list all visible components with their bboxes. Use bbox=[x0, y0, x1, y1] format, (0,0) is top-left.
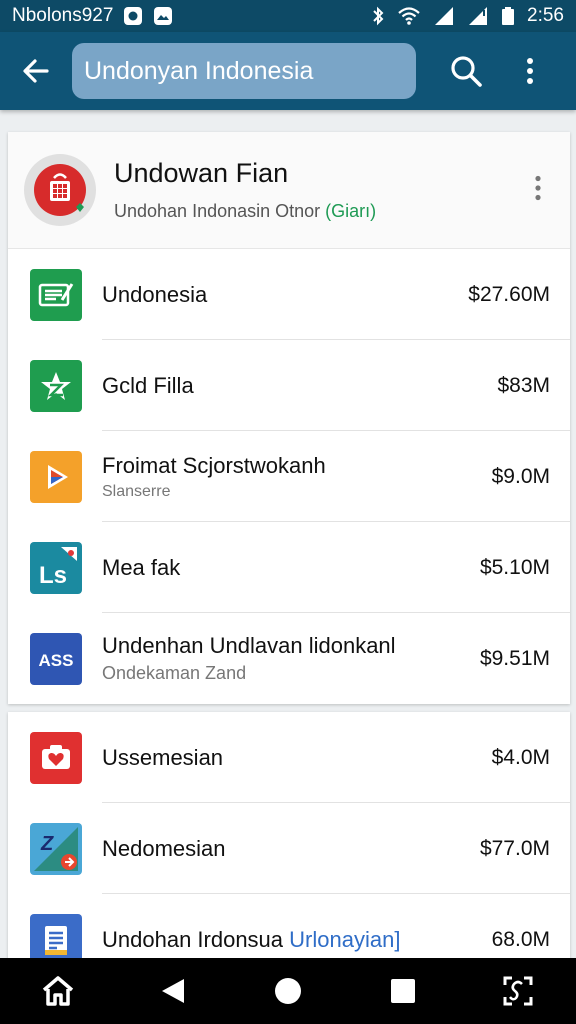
item-title: Froimat Scjorstwokanh bbox=[102, 452, 326, 478]
ls-icon: Ls bbox=[30, 541, 82, 594]
green-star-icon bbox=[30, 359, 82, 412]
signal-icon bbox=[433, 6, 455, 26]
subtitle-accent: (Giarı) bbox=[325, 201, 377, 221]
avatar bbox=[24, 154, 96, 226]
wifi-icon bbox=[397, 6, 421, 26]
more-options-button[interactable] bbox=[498, 32, 562, 110]
nav-circle-button[interactable] bbox=[253, 958, 323, 1024]
home-circle-icon bbox=[274, 978, 301, 1004]
search-icon bbox=[451, 56, 482, 87]
list-item[interactable]: Undonesia $27.60M bbox=[8, 249, 570, 340]
item-price: 68.0M bbox=[491, 927, 550, 951]
item-title: Mea fak bbox=[102, 554, 181, 580]
app-bar: Undonyan Indonesia bbox=[0, 32, 576, 110]
header-more-button[interactable] bbox=[528, 168, 548, 208]
recents-icon bbox=[391, 979, 416, 1003]
item-title: Ussemesian bbox=[102, 744, 224, 770]
nav-recents-button[interactable] bbox=[368, 958, 438, 1024]
list-item[interactable]: Gcld Filla $83M bbox=[8, 340, 570, 431]
subtitle-text: Undohan Indonasin Otnor bbox=[114, 201, 321, 221]
play-icon bbox=[30, 450, 82, 503]
ass-label: ASS bbox=[39, 651, 74, 670]
red-heart-icon bbox=[30, 731, 82, 784]
item-price: $77.0M bbox=[479, 836, 550, 860]
item-title-accent: Urlonayian] bbox=[289, 926, 401, 952]
item-title-text: Undohan Irdonsua bbox=[102, 926, 284, 952]
item-price: $4.0M bbox=[491, 745, 550, 769]
item-title: Gcld Filla bbox=[102, 372, 194, 398]
back-arrow-icon bbox=[23, 59, 49, 83]
home-icon bbox=[42, 976, 73, 1006]
search-button[interactable] bbox=[434, 32, 498, 110]
green-note-icon bbox=[30, 268, 82, 321]
search-query: Undonyan Indonesia bbox=[84, 56, 314, 85]
results-card-2: Ussemesian $4.0M Z Nedomesian $77.0M Und… bbox=[8, 712, 570, 966]
item-subtitle: Slanserre bbox=[102, 482, 171, 500]
system-nav-bar bbox=[0, 958, 576, 1024]
list-item[interactable]: Z Nedomesian $77.0M bbox=[8, 803, 570, 894]
nav-home-button[interactable] bbox=[23, 958, 93, 1024]
item-title: Undenhan Undlavan lidonkanl bbox=[102, 633, 396, 658]
item-subtitle: Ondekaman Zand bbox=[102, 663, 247, 683]
status-bar: Nbolons927 2:56 bbox=[0, 0, 576, 32]
screenshot-icon bbox=[503, 976, 533, 1006]
item-price: $9.0M bbox=[491, 464, 550, 488]
list-item[interactable]: Froimat Scjorstwokanh Slanserre $9.0M bbox=[8, 431, 570, 522]
profile-title: Undowan Fian bbox=[114, 158, 289, 188]
profile-subtitle: Undohan Indonasin Otnor (Giarı) bbox=[114, 201, 376, 222]
back-icon bbox=[161, 979, 184, 1003]
results-card: Undowan Fian Undohan Indonasin Otnor (Gi… bbox=[8, 132, 570, 704]
item-price: $83M bbox=[497, 373, 550, 397]
ass-icon: ASS bbox=[30, 632, 82, 685]
item-price: $9.51M bbox=[479, 646, 550, 670]
bluetooth-icon bbox=[371, 6, 385, 26]
notification-icon bbox=[123, 6, 143, 26]
search-input[interactable]: Undonyan Indonesia bbox=[72, 43, 416, 99]
back-button[interactable] bbox=[0, 32, 72, 110]
item-title: Undohan Irdonsua Urlonayian] bbox=[102, 927, 492, 953]
signal-icon bbox=[467, 6, 489, 26]
battery-icon bbox=[501, 6, 515, 26]
item-title: Undonesia bbox=[102, 281, 208, 307]
list-item[interactable]: Ls Mea fak $5.10M bbox=[8, 522, 570, 613]
item-price: $5.10M bbox=[479, 555, 550, 579]
clock: 2:56 bbox=[527, 5, 564, 26]
photo-icon bbox=[153, 6, 173, 26]
z-badge-icon: Z bbox=[30, 822, 82, 875]
profile-header[interactable]: Undowan Fian Undohan Indonasin Otnor (Gi… bbox=[8, 132, 570, 249]
item-price: $27.60M bbox=[468, 282, 550, 306]
list-item[interactable]: ASS Undenhan Undlavan lidonkanl Ondekama… bbox=[8, 613, 570, 704]
nav-screenshot-button[interactable] bbox=[483, 958, 553, 1024]
ls-label: Ls bbox=[39, 562, 67, 589]
carrier-label: Nbolons927 bbox=[12, 5, 114, 26]
item-title: Nedomesian bbox=[102, 835, 226, 861]
red-bag-icon bbox=[34, 164, 86, 216]
more-vert-icon bbox=[535, 175, 541, 201]
list-item[interactable]: Ussemesian $4.0M bbox=[8, 712, 570, 803]
z-label: Z bbox=[40, 833, 54, 855]
nav-back-button[interactable] bbox=[138, 958, 208, 1024]
more-vert-icon bbox=[527, 58, 533, 84]
